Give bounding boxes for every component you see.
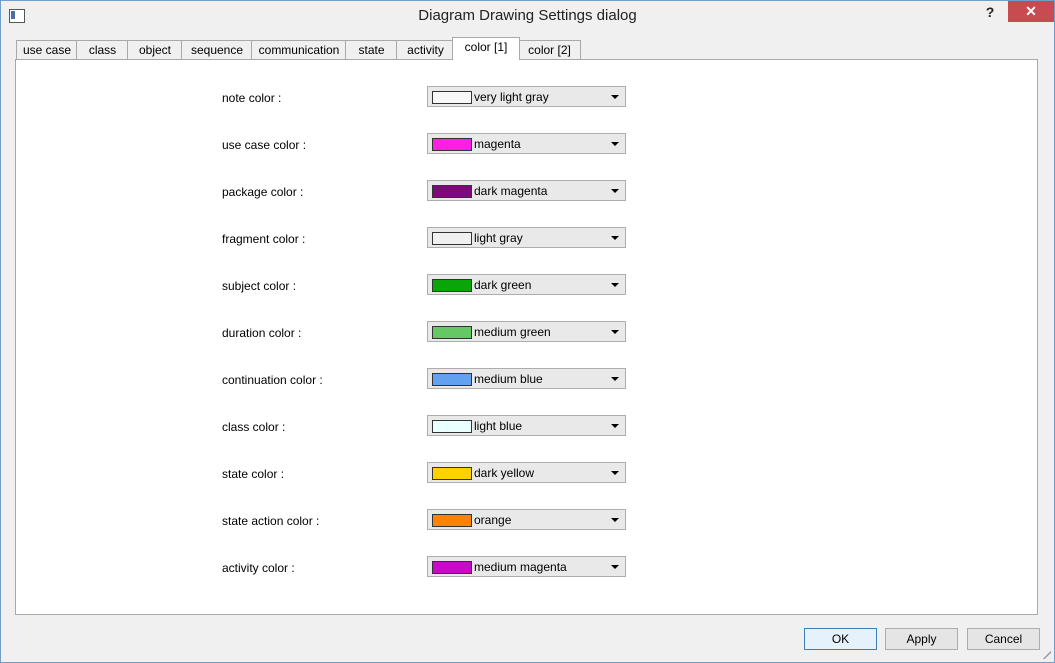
setting-row-note-color: note color : very light gray (16, 86, 1016, 110)
tab-color-1[interactable]: color [1] (452, 37, 520, 60)
selected-value: light blue (474, 419, 523, 433)
tab-sequence[interactable]: sequence (181, 40, 253, 59)
setting-row-package-color: package color : dark magenta (16, 180, 1016, 204)
chevron-down-icon (611, 283, 619, 287)
apply-button[interactable]: Apply (885, 628, 958, 650)
color-swatch (432, 420, 472, 433)
tab-use-case[interactable]: use case (16, 40, 78, 59)
selected-value: dark magenta (474, 184, 548, 198)
chevron-down-icon (611, 377, 619, 381)
selected-value: magenta (474, 137, 521, 151)
setting-row-duration-color: duration color : medium green (16, 321, 1016, 345)
color-1-panel: note color : very light gray use case co… (15, 59, 1038, 615)
title-bar: Diagram Drawing Settings dialog ? ✕ (1, 1, 1054, 31)
chevron-down-icon (611, 95, 619, 99)
color-swatch (432, 514, 472, 527)
selected-value: medium magenta (474, 560, 567, 574)
chevron-down-icon (611, 330, 619, 334)
setting-row-class-color: class color : light blue (16, 415, 1016, 439)
selected-value: light gray (474, 231, 523, 245)
color-swatch (432, 91, 472, 104)
setting-row-state-color: state color : dark yellow (16, 462, 1016, 486)
class-color-select[interactable]: light blue (427, 415, 626, 436)
use-case-color-select[interactable]: magenta (427, 133, 626, 154)
close-button[interactable]: ✕ (1008, 1, 1054, 22)
duration-color-select[interactable]: medium green (427, 321, 626, 342)
setting-row-continuation-color: continuation color : medium blue (16, 368, 1016, 392)
package-color-select[interactable]: dark magenta (427, 180, 626, 201)
color-swatch (432, 279, 472, 292)
cancel-button[interactable]: Cancel (967, 628, 1040, 650)
activity-color-select[interactable]: medium magenta (427, 556, 626, 577)
setting-row-state-action-color: state action color : orange (16, 509, 1016, 533)
setting-row-activity-color: activity color : medium magenta (16, 556, 1016, 580)
continuation-color-select[interactable]: medium blue (427, 368, 626, 389)
help-button[interactable]: ? (975, 3, 1005, 23)
state-action-color-select[interactable]: orange (427, 509, 626, 530)
setting-label: subject color : (222, 279, 297, 293)
color-swatch (432, 326, 472, 339)
color-swatch (432, 561, 472, 574)
chevron-down-icon (611, 189, 619, 193)
state-color-select[interactable]: dark yellow (427, 462, 626, 483)
tab-activity[interactable]: activity (396, 40, 455, 59)
selected-value: medium green (474, 325, 551, 339)
ok-button[interactable]: OK (804, 628, 877, 650)
subject-color-select[interactable]: dark green (427, 274, 626, 295)
note-color-select[interactable]: very light gray (427, 86, 626, 107)
tab-class[interactable]: class (76, 40, 129, 59)
selected-value: very light gray (474, 90, 549, 104)
setting-label: continuation color : (222, 373, 323, 387)
setting-label: fragment color : (222, 232, 306, 246)
resize-grip-icon[interactable] (1041, 649, 1051, 659)
selected-value: medium blue (474, 372, 543, 386)
chevron-down-icon (611, 424, 619, 428)
color-swatch (432, 138, 472, 151)
chevron-down-icon (611, 142, 619, 146)
chevron-down-icon (611, 565, 619, 569)
chevron-down-icon (611, 471, 619, 475)
setting-row-subject-color: subject color : dark green (16, 274, 1016, 298)
selected-value: orange (474, 513, 512, 527)
fragment-color-select[interactable]: light gray (427, 227, 626, 248)
tab-state[interactable]: state (345, 40, 398, 59)
tab-communication[interactable]: communication (251, 40, 347, 59)
setting-row-fragment-color: fragment color : light gray (16, 227, 1016, 251)
setting-label: note color : (222, 91, 282, 105)
color-swatch (432, 185, 472, 198)
color-swatch (432, 373, 472, 386)
settings-dialog: Diagram Drawing Settings dialog ? ✕ use … (0, 0, 1055, 663)
setting-label: activity color : (222, 561, 295, 575)
window-title: Diagram Drawing Settings dialog (418, 7, 637, 24)
selected-value: dark yellow (474, 466, 535, 480)
color-swatch (432, 232, 472, 245)
color-swatch (432, 467, 472, 480)
chevron-down-icon (611, 518, 619, 522)
setting-label: class color : (222, 420, 286, 434)
chevron-down-icon (611, 236, 619, 240)
setting-label: use case color : (222, 138, 307, 152)
setting-label: package color : (222, 185, 304, 199)
setting-row-use-case-color: use case color : magenta (16, 133, 1016, 157)
tab-object[interactable]: object (127, 40, 183, 59)
setting-label: duration color : (222, 326, 302, 340)
selected-value: dark green (474, 278, 532, 292)
setting-label: state color : (222, 467, 285, 481)
setting-label: state action color : (222, 514, 320, 528)
tab-color-2[interactable]: color [2] (518, 40, 581, 59)
